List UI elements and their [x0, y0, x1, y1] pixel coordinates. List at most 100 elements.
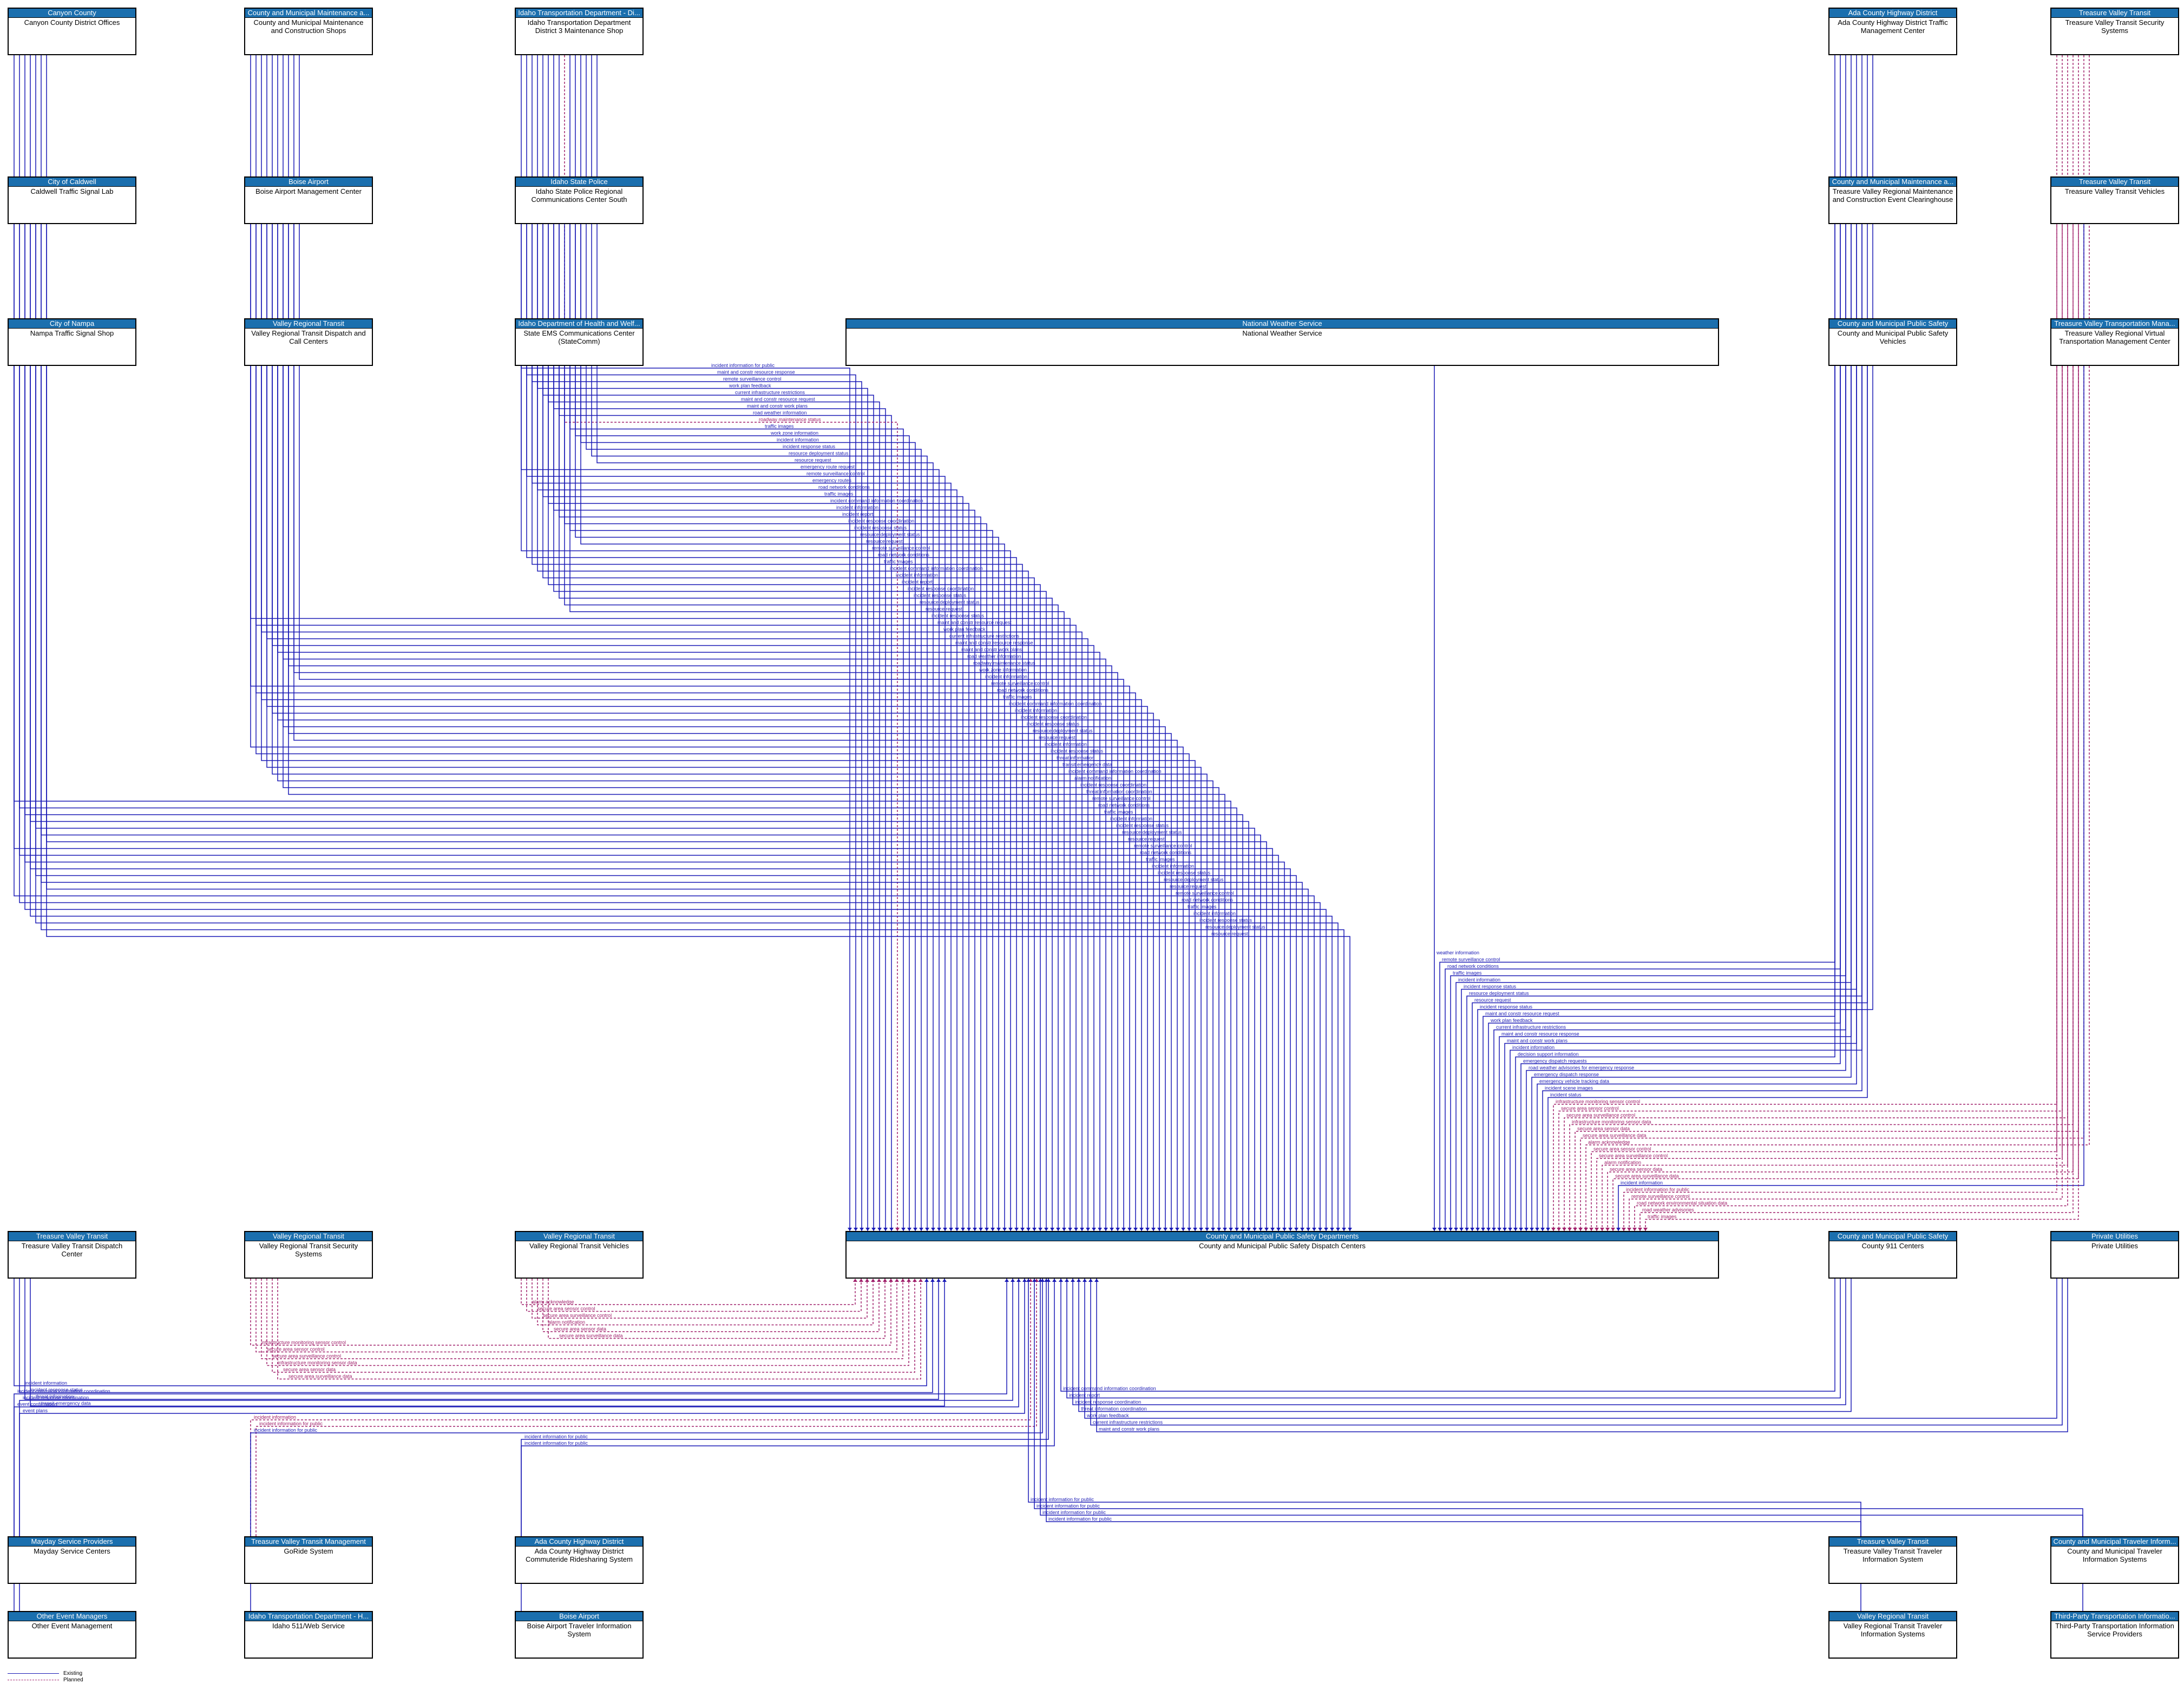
center-element[interactable]: County and Municipal Public Safety Depar… [845, 1231, 1719, 1279]
flow-label: secure area surveillance data [1615, 1174, 1679, 1179]
flow-line [532, 55, 862, 1231]
flow-arrow-icon [865, 1279, 869, 1282]
element-owner: National Weather Service [847, 319, 1718, 329]
flow-line [521, 55, 850, 1231]
flow-label: resource deployment status [1205, 925, 1265, 930]
legend-planned-label: Planned [63, 1676, 83, 1683]
flow-line [526, 55, 856, 1231]
flow-line [1575, 55, 2079, 1231]
flow-line [1090, 1279, 2063, 1426]
flow-label: incident response coordination [1080, 782, 1146, 788]
element-caldwell[interactable]: City of Caldwell Caldwell Traffic Signal … [8, 176, 136, 224]
element-nws[interactable]: National Weather Service National Weather… [845, 318, 1719, 366]
flow-label: incident information for public [524, 1440, 588, 1446]
flow-label: remote surveillance control [1176, 890, 1234, 896]
element-cmpsv[interactable]: County and Municipal Public Safety County… [1828, 318, 1957, 366]
flow-label: maint and constr work plans [961, 647, 1022, 652]
flow-arrow-icon [895, 1279, 899, 1282]
flow-label: emergency dispatch response [1534, 1072, 1599, 1077]
flow-arrow-icon [1094, 1279, 1099, 1282]
element-privutil[interactable]: Private Utilities Private Utilities [2050, 1231, 2179, 1279]
element-tvrmc[interactable]: County and Municipal Maintenance a... Tre… [1828, 176, 1957, 224]
element-oem[interactable]: Other Event Managers Other Event Manageme… [8, 1611, 136, 1659]
element-itd3[interactable]: Idaho Transportation Department - Di... I… [515, 8, 644, 55]
element-mayday[interactable]: Mayday Service Providers Mayday Service C… [8, 1536, 136, 1584]
element-commute[interactable]: Ada County Highway District Ada County Hi… [515, 1536, 644, 1584]
element-tvtdisp[interactable]: Treasure Valley Transit Treasure Valley T… [8, 1231, 136, 1279]
flow-label: threat information [1057, 755, 1094, 761]
element-name: County and Municipal Maintenance and Con… [253, 18, 364, 35]
element-name: Ada County Highway District Traffic Mana… [1838, 18, 1948, 35]
element-owner: Boise Airport [245, 178, 372, 187]
flow-line [266, 366, 1202, 1231]
element-boiseair[interactable]: Boise Airport Boise Airport Management Ce… [244, 176, 373, 224]
element-owner: Treasure Valley Transit [2051, 178, 2178, 187]
flow-label: secure area sensor control [537, 1306, 595, 1312]
element-tvvtmc[interactable]: Treasure Valley Transportation Mana... Tr… [2050, 318, 2179, 366]
element-tvtveh[interactable]: Treasure Valley Transit Treasure Valley T… [2050, 176, 2179, 224]
element-statecomm[interactable]: Idaho Department of Health and Welf... St… [515, 318, 644, 366]
flow-label: work plan feedback [943, 627, 986, 632]
flow-line [283, 366, 1219, 1231]
element-goride[interactable]: Treasure Valley Transit Management GoRide… [244, 1536, 373, 1584]
flow-label: infrastructure monitoring sensor control [1556, 1099, 1640, 1104]
element-owner: Treasure Valley Transit [2051, 9, 2178, 18]
flow-label: incident information [777, 437, 819, 443]
element-vrtveh[interactable]: Valley Regional Transit Valley Regional T… [515, 1231, 644, 1279]
flow-label: traffic images [1453, 971, 1482, 976]
flow-label: current infrastructure restrictions [949, 633, 1020, 639]
flow-line [532, 366, 1023, 1231]
element-boiseti[interactable]: Boise Airport Boise Airport Traveler Info… [515, 1611, 644, 1659]
element-owner: Idaho Transportation Department - Di... [516, 9, 642, 18]
flow-label: work plan feedback [1490, 1018, 1533, 1023]
element-isp[interactable]: Idaho State Police Idaho State Police Reg… [515, 176, 644, 224]
element-cmti[interactable]: County and Municipal Traveler Inform... C… [2050, 1536, 2179, 1584]
flow-arrow-icon [859, 1279, 863, 1282]
element-owner: County and Municipal Traveler Inform... [2051, 1537, 2178, 1547]
flow-label: incident command information coordinatio… [1063, 1386, 1156, 1391]
flow-label: resource request [795, 457, 831, 463]
element-name: Private Utilities [2091, 1242, 2138, 1250]
element-owner: County and Municipal Public Safety [1829, 319, 1956, 329]
flow-label: remote surveillance control [991, 681, 1050, 686]
flow-line [250, 366, 1184, 1231]
element-canyon[interactable]: Canyon County Canyon County District Offi… [8, 8, 136, 55]
element-c911[interactable]: County and Municipal Public Safety County… [1828, 1231, 1957, 1279]
element-i511[interactable]: Idaho Transportation Department - H... Id… [244, 1611, 373, 1659]
legend: Existing Planned [8, 1670, 83, 1683]
element-name: Treasure Valley Regional Virtual Transpo… [2059, 329, 2170, 345]
flow-line [596, 55, 934, 1231]
flow-label: roadway maintenance status [973, 660, 1035, 666]
flow-label: incident command information coordinatio… [17, 1388, 110, 1394]
flow-arrow-icon [930, 1279, 935, 1282]
flow-line [1028, 1279, 1861, 1536]
element-tpti[interactable]: Third-Party Transportation Informatio...… [2050, 1611, 2179, 1659]
element-vrtdisp[interactable]: Valley Regional Transit Valley Regional T… [244, 318, 373, 366]
element-tvtti[interactable]: Treasure Valley Transit Treasure Valley T… [1828, 1536, 1957, 1584]
flow-label: infrastructure monitoring sensor control [261, 1340, 346, 1345]
flow-line [35, 55, 1255, 1231]
element-tvtsec[interactable]: Treasure Valley Transit Treasure Valley T… [2050, 8, 2179, 55]
element-name: Idaho 511/Web Service [272, 1622, 345, 1630]
flow-label: remote surveillance control [723, 376, 782, 382]
flow-label: resource request [1211, 931, 1248, 936]
flow-line [266, 1279, 909, 1366]
element-cmmcs[interactable]: County and Municipal Maintenance a... Cou… [244, 8, 373, 55]
flow-label: roadway maintenance status [759, 417, 821, 422]
flow-label: road network environmental situation dat… [1637, 1201, 1727, 1206]
element-vrtti[interactable]: Valley Regional Transit Valley Regional T… [1828, 1611, 1957, 1659]
flow-line [46, 366, 1350, 1231]
flow-label: incident information [1193, 911, 1236, 916]
element-vrtsec[interactable]: Valley Regional Transit Valley Regional T… [244, 1231, 373, 1279]
flow-label: road weather information [967, 654, 1021, 659]
element-achd[interactable]: Ada County Highway District Ada County Hi… [1828, 8, 1957, 55]
element-nampa[interactable]: City of Nampa Nampa Traffic Signal Shop [8, 318, 136, 366]
flow-label: remote surveillance control [1092, 796, 1151, 801]
interconnect-diagram: incident information for public maint and… [14, 55, 2090, 1611]
flow-label: remote surveillance control [872, 546, 930, 551]
flow-label: incident response status [1199, 918, 1252, 923]
flow-label: traffic images [884, 559, 913, 565]
flow-label: remote surveillance control [1442, 957, 1500, 962]
element-owner: Idaho Transportation Department - H... [245, 1612, 372, 1621]
flow-label: incident response status [1027, 722, 1080, 727]
